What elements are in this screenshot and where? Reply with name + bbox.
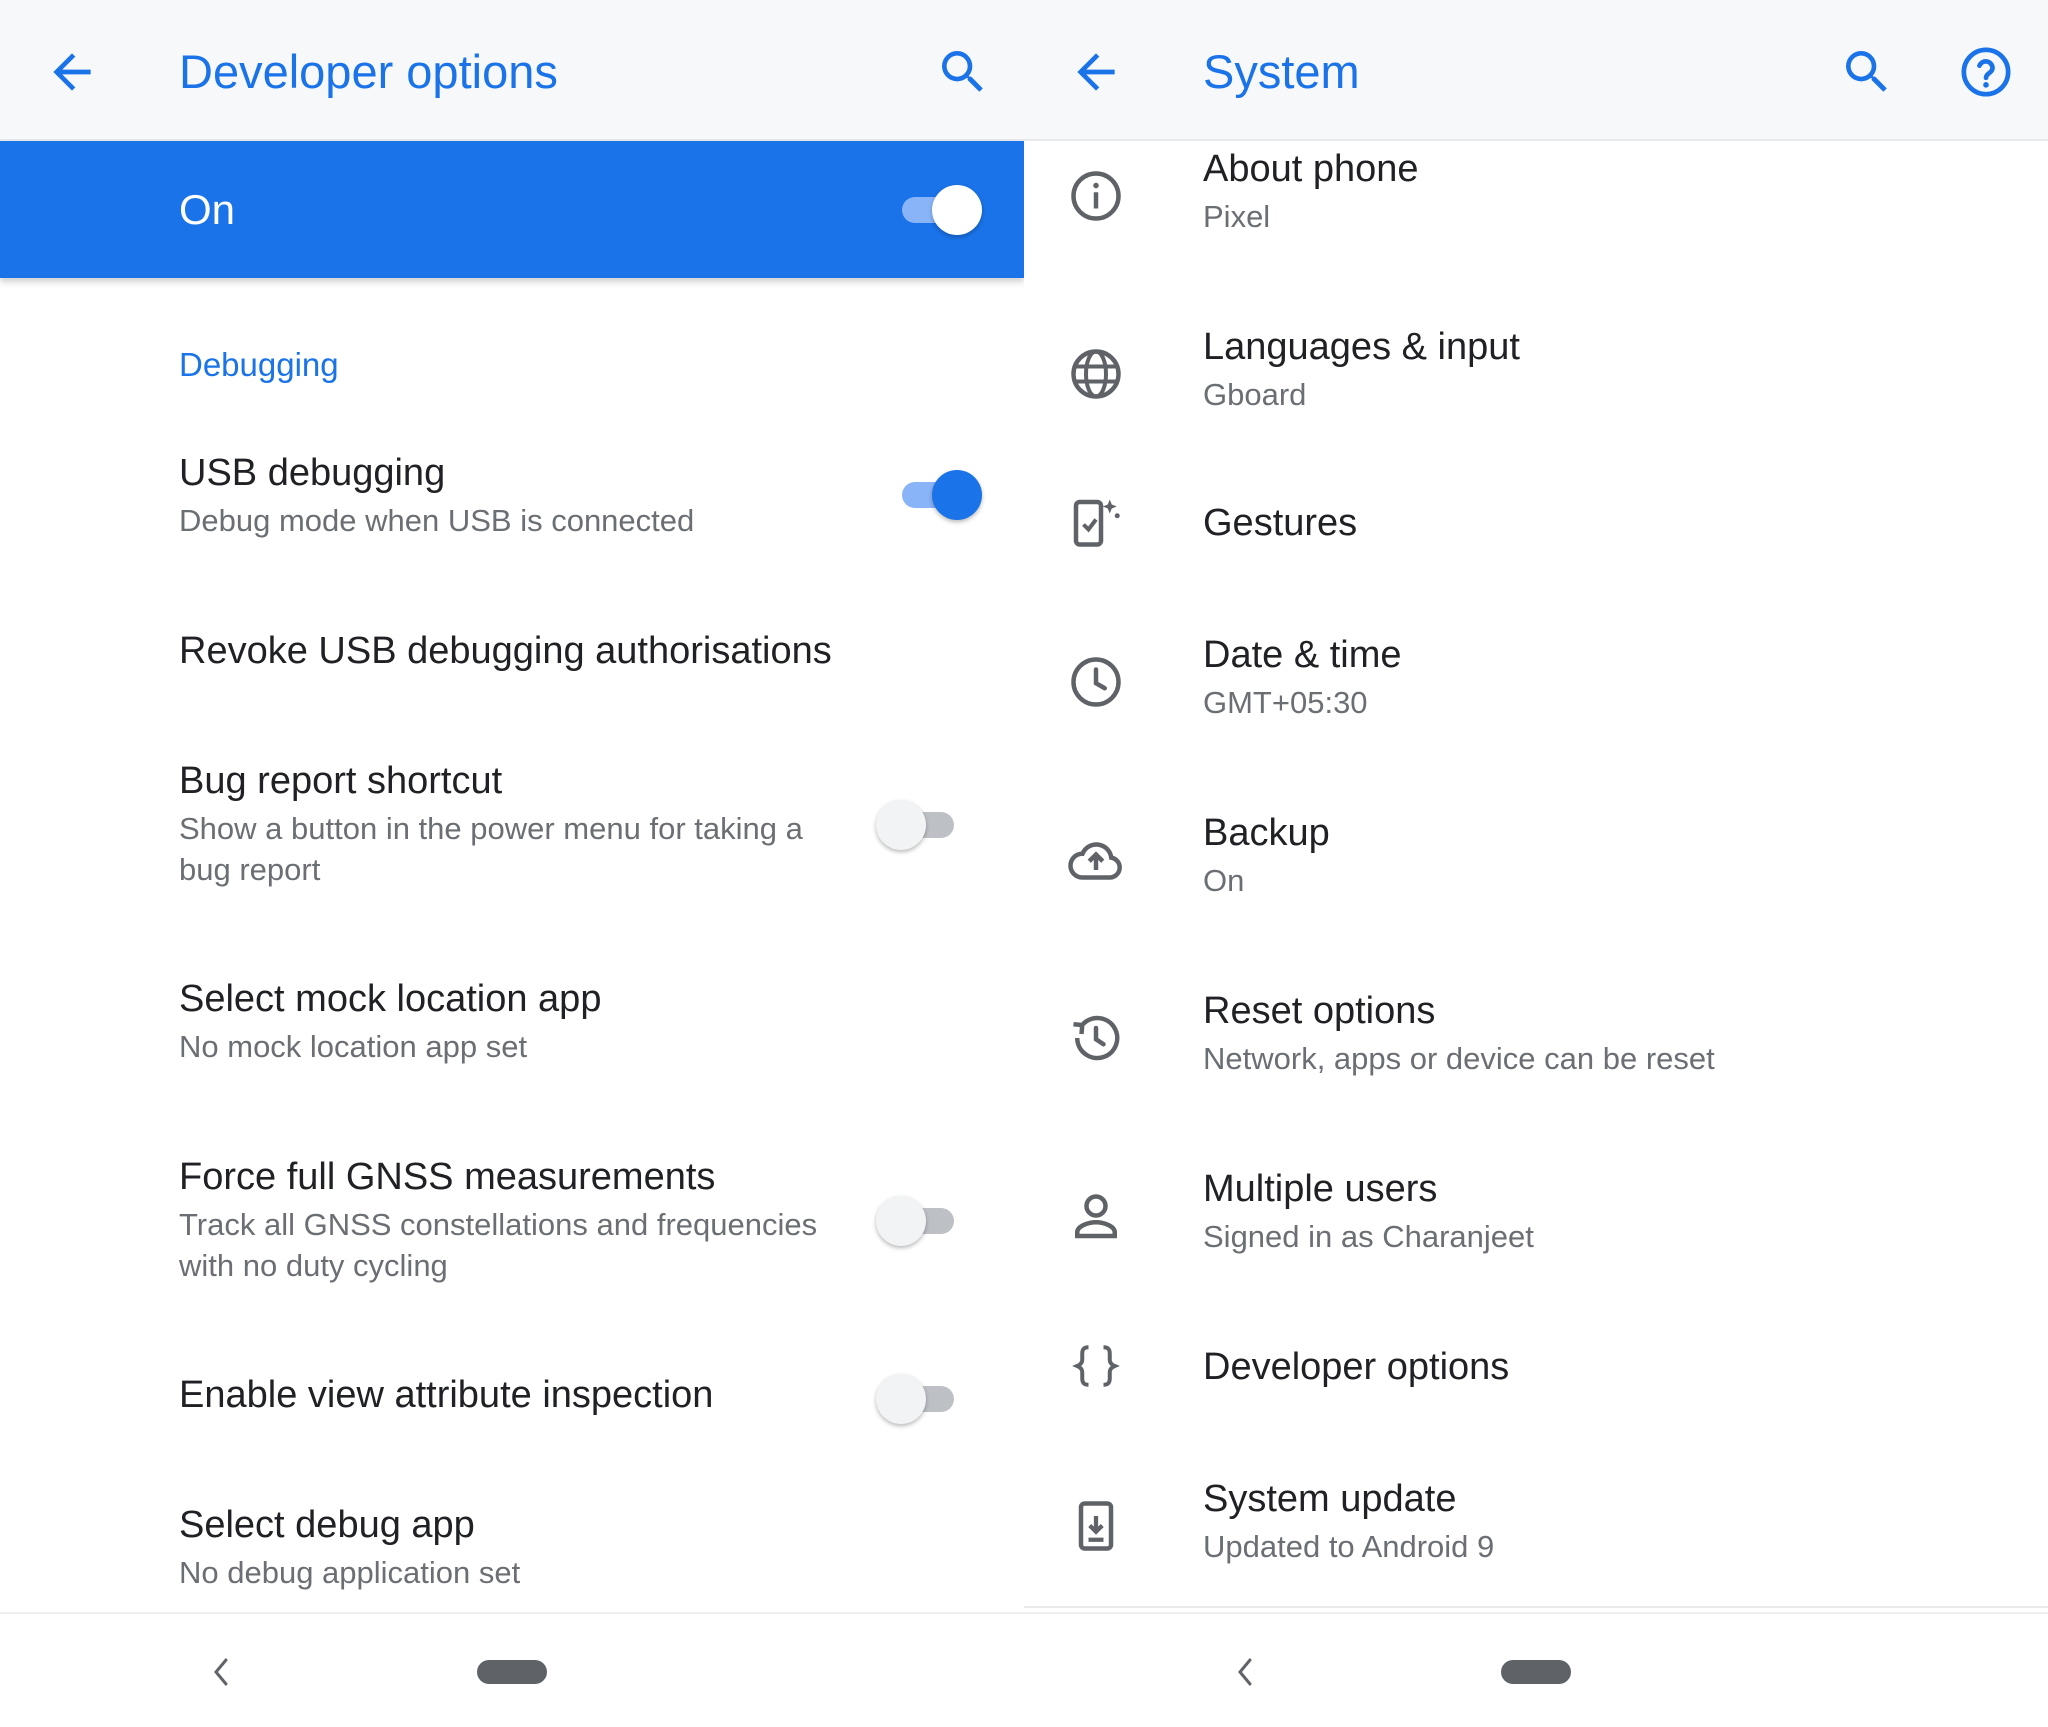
setting-subtitle: Debug mode when USB is connected — [179, 503, 695, 538]
setting-title: About phone — [1203, 148, 1419, 190]
search-icon[interactable] — [1839, 44, 1895, 100]
info-icon — [1071, 171, 1121, 221]
setting-subtitle: Network, apps or device can be reset — [1203, 1041, 1715, 1076]
setting-subtitle: No debug application set — [179, 1555, 521, 1590]
history-icon — [1073, 1015, 1120, 1061]
master-switch-bar[interactable]: On — [0, 141, 1024, 278]
setting-subtitle: Pixel — [1203, 199, 1271, 234]
setting-title: Select mock location app — [179, 978, 602, 1020]
toggle-thumb — [876, 1374, 926, 1424]
setting-title: Revoke USB debugging authorisations — [179, 630, 832, 672]
usb-debugging-toggle[interactable] — [896, 470, 982, 520]
setting-developer-options[interactable]: Developer options — [1024, 1344, 2048, 1404]
setting-gestures[interactable]: Gestures — [1024, 499, 2048, 560]
setting-usb-debugging[interactable]: USB debugging Debug mode when USB is con… — [0, 450, 1024, 560]
setting-title: Date & time — [1203, 634, 1402, 676]
cloud-upload-icon — [1068, 842, 1122, 880]
setting-subtitle: Track all GNSS constellations and freque… — [179, 1207, 818, 1283]
person-icon — [1075, 1194, 1117, 1239]
setting-title: Gestures — [1203, 502, 1358, 544]
setting-multiple-users[interactable]: Multiple users Signed in as Charanjeet — [1024, 1166, 2048, 1266]
view-attribute-toggle[interactable] — [876, 1374, 960, 1424]
setting-title: Enable view attribute inspection — [179, 1374, 714, 1416]
app-bar: System — [1024, 0, 2048, 141]
toggle-thumb — [876, 1196, 926, 1246]
setting-subtitle: GMT+05:30 — [1203, 685, 1368, 720]
setting-title: Multiple users — [1203, 1168, 1438, 1210]
system-update-icon — [1078, 1501, 1114, 1551]
navigation-bar — [0, 1612, 1024, 1727]
bug-report-toggle[interactable] — [876, 800, 960, 850]
section-header-debugging: Debugging — [179, 346, 339, 383]
setting-title: Developer options — [1203, 1346, 1510, 1388]
setting-title: System update — [1203, 1478, 1457, 1520]
setting-title: USB debugging — [179, 452, 446, 494]
toggle-thumb — [932, 470, 982, 520]
setting-revoke-usb-authorisations[interactable]: Revoke USB debugging authorisations — [0, 628, 1024, 688]
clock-icon — [1071, 657, 1121, 707]
setting-languages-input[interactable]: Languages & input Gboard — [1024, 324, 2048, 424]
home-pill-icon[interactable] — [1501, 1660, 1571, 1684]
search-icon[interactable] — [935, 44, 991, 100]
master-switch-label: On — [179, 186, 236, 233]
setting-title: Backup — [1203, 812, 1330, 854]
setting-system-update[interactable]: System update Updated to Android 9 — [1024, 1476, 2048, 1576]
setting-subtitle: No mock location app set — [179, 1029, 528, 1064]
help-icon[interactable] — [1958, 44, 2014, 100]
braces-icon — [1072, 1345, 1120, 1387]
arrow-back-icon[interactable] — [1068, 44, 1124, 100]
setting-select-debug-app[interactable]: Select debug app No debug application se… — [0, 1502, 1024, 1602]
master-toggle[interactable] — [896, 185, 982, 235]
arrow-back-icon[interactable] — [44, 44, 100, 100]
home-pill-icon[interactable] — [477, 1660, 547, 1684]
setting-subtitle: Updated to Android 9 — [1203, 1529, 1495, 1564]
setting-view-attribute-inspection[interactable]: Enable view attribute inspection — [0, 1372, 1024, 1432]
gnss-toggle[interactable] — [876, 1196, 960, 1246]
setting-title: Languages & input — [1203, 326, 1520, 368]
page-title: Developer options — [179, 45, 558, 98]
nav-back-icon[interactable] — [1230, 1652, 1260, 1692]
navigation-bar — [1024, 1612, 2048, 1727]
setting-title: Reset options — [1203, 990, 1436, 1032]
setting-title: Force full GNSS measurements — [179, 1156, 716, 1198]
toggle-thumb — [932, 185, 982, 235]
divider — [1024, 1606, 2048, 1608]
globe-icon — [1071, 349, 1121, 399]
gestures-icon — [1073, 499, 1120, 547]
app-bar: Developer options — [0, 0, 1024, 141]
setting-force-full-gnss[interactable]: Force full GNSS measurements Track all G… — [0, 1154, 1024, 1294]
toggle-thumb — [876, 800, 926, 850]
setting-title: Select debug app — [179, 1504, 475, 1546]
nav-back-icon[interactable] — [206, 1652, 236, 1692]
page-title: System — [1203, 45, 1360, 98]
setting-about-phone[interactable]: About phone Pixel — [1024, 146, 2048, 246]
setting-subtitle: Signed in as Charanjeet — [1203, 1219, 1534, 1254]
setting-title: Bug report shortcut — [179, 760, 503, 802]
setting-subtitle: Show a button in the power menu for taki… — [179, 811, 803, 887]
setting-date-time[interactable]: Date & time GMT+05:30 — [1024, 632, 2048, 732]
setting-reset-options[interactable]: Reset options Network, apps or device ca… — [1024, 988, 2048, 1088]
developer-options-screen: Developer options On Debugging USB debug… — [0, 0, 1024, 1727]
setting-subtitle: On — [1203, 863, 1245, 898]
setting-backup[interactable]: Backup On — [1024, 810, 2048, 910]
setting-bug-report-shortcut[interactable]: Bug report shortcut Show a button in the… — [0, 758, 1024, 898]
system-screen: System About phone Pixel Languages & inp… — [1024, 0, 2048, 1727]
setting-subtitle: Gboard — [1203, 377, 1307, 412]
setting-mock-location-app[interactable]: Select mock location app No mock locatio… — [0, 976, 1024, 1086]
